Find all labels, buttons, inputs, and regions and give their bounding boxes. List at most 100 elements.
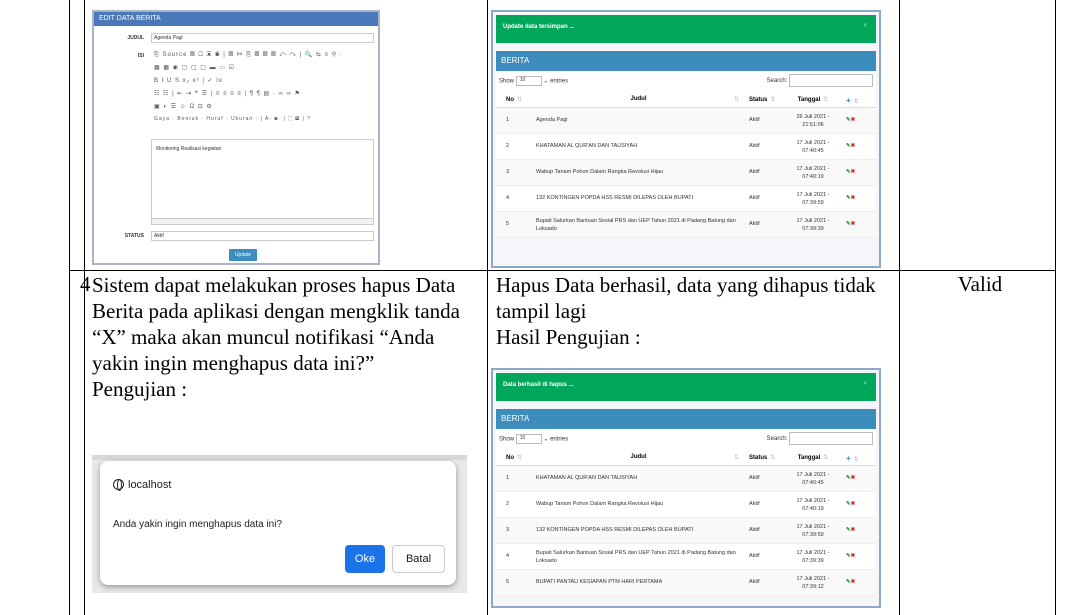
table-row: 4 132 KONTINGEN POPDA HSS RESMI DILEPAS … [496, 186, 876, 212]
search-control: Search: [767, 432, 873, 445]
table-header: No ⇅ Judul ⇅ Status ⇅ Tanggal ⇅ + ⇅ [496, 91, 876, 108]
judul-input[interactable]: Agenda Pagi [151, 33, 374, 43]
table-row: 5 BUPATI PANTAU KESIAPAN PTM HARI PERTAM… [496, 570, 876, 596]
isi-textarea[interactable]: Monitoring Realisasi kegiatan [151, 139, 374, 219]
status-label: STATUS [124, 233, 144, 239]
col-no-header[interactable]: No ⇅ [506, 454, 526, 461]
description-text: Sistem dapat melakukan proses hapus Data… [92, 273, 460, 375]
delete-icon[interactable]: ✖ [851, 501, 856, 507]
close-icon[interactable]: × [863, 23, 867, 29]
table-row-divider [69, 270, 1056, 271]
show-label: Show [499, 78, 515, 85]
box-title: BERITA [496, 409, 876, 429]
plus-icon: + [846, 454, 851, 463]
delete-icon[interactable]: ✖ [851, 169, 856, 175]
table-row: 1 Agenda Pagi Aktif 26 Juli 2021 - 21:51… [496, 108, 876, 134]
cancel-button[interactable]: Batal [392, 545, 445, 573]
editor-toolbar-row[interactable]: Gaya · Bentuk · Huruf · Ukuran · | A· ◙·… [154, 116, 372, 127]
search-label: Search: [766, 436, 788, 443]
search-input[interactable] [789, 74, 873, 87]
sort-icon: ⇅ [823, 455, 829, 461]
chevron-down-icon: ⌄ [541, 78, 551, 85]
entries-select[interactable]: 10 [515, 76, 542, 86]
col-status-header[interactable]: Status ⇅ [749, 454, 779, 461]
edit-berita-screenshot: EDIT DATA BERITA JUDUL Agenda Pagi ISI ⎘… [92, 10, 380, 265]
table-border-col2 [487, 0, 488, 615]
table-body: 1 Agenda Pagi Aktif 26 Juli 2021 - 21:51… [496, 108, 876, 238]
sort-icon: ⇅ [517, 97, 523, 103]
success-alert: Update data tersimpan ... × [496, 15, 876, 43]
add-button[interactable]: + ⇅ [846, 454, 866, 463]
entries-select[interactable]: 10 [515, 434, 542, 444]
table-row: 5 Bupati Salurkan Bantuan Sosial PRS dan… [496, 212, 876, 238]
col-judul-header[interactable]: Judul [536, 454, 741, 460]
sort-icon: ⇅ [517, 455, 523, 461]
col-tanggal-header[interactable]: Tanggal ⇅ [788, 96, 838, 103]
close-icon[interactable]: × [863, 381, 867, 387]
status-select[interactable]: Aktif [151, 231, 374, 241]
judul-label: JUDUL [127, 35, 144, 41]
update-button[interactable]: Update [229, 249, 257, 261]
delete-icon[interactable]: ✖ [851, 117, 856, 123]
box-title: BERITA [496, 51, 876, 71]
col-judul-header[interactable]: Judul [536, 96, 741, 102]
length-control: Show 10 ⌄ entries [499, 434, 568, 444]
search-control: Search: [767, 74, 873, 87]
confirm-dialog-screenshot: localhost Anda yakin ingin menghapus dat… [92, 455, 467, 593]
ok-button[interactable]: Oke [345, 545, 385, 573]
editor-toolbar-row[interactable]: B I U S x₂ x² | ✓ Ix [154, 77, 372, 88]
testing-label: Pengujian : [92, 377, 188, 401]
test-description: Sistem dapat melakukan proses hapus Data… [92, 272, 477, 402]
table-row: 3 Wabup Tanam Pohon Dalam Rangka Revolus… [496, 160, 876, 186]
editor-title: EDIT DATA BERITA [94, 12, 378, 26]
table-header: No ⇅ Judul ⇅ Status ⇅ Tanggal ⇅ + ⇅ [496, 449, 876, 466]
delete-icon[interactable]: ✖ [851, 553, 856, 559]
table-controls: Show 10 ⌄ entries Search: [496, 71, 876, 91]
delete-icon[interactable]: ✖ [851, 221, 856, 227]
editor-toolbar-row[interactable]: ▦ ▦ ◉ ▢ ▢ ▢ ▬ ▭ ☑ [154, 64, 372, 75]
col-no-header[interactable]: No ⇅ [506, 96, 526, 103]
delete-icon[interactable]: ✖ [851, 475, 856, 481]
table-row: 2 KHATAMAN AL QUR'AN DAN TAUSIYAH Aktif … [496, 134, 876, 160]
expected-result: Hapus Data berhasil, data yang dihapus t… [496, 272, 896, 350]
berita-box: BERITA Show 10 ⌄ entries Search: No ⇅ Jud… [496, 409, 876, 596]
entries-label: entries [550, 436, 569, 443]
editor-resize-bar [151, 218, 374, 225]
search-input[interactable] [789, 432, 873, 445]
delete-result-screenshot: Data berhasil di hapus ... × BERITA Show… [491, 368, 881, 608]
sort-icon: ⇅ [734, 97, 740, 103]
validation-status: Valid [957, 272, 1003, 296]
chevron-down-icon: ⌄ [541, 436, 551, 443]
editor-toolbar-row[interactable]: ☷ ☷ | ⇤ ⇥ ❝ ☰ | ≡ ≡ ≡ ≡ | ¶ ¶ ▤ · ∞ ∞ ⚑ [154, 90, 372, 101]
delete-icon[interactable]: ✖ [851, 143, 856, 149]
success-alert: Data berhasil di hapus ... × [496, 373, 876, 401]
sort-icon: ⇅ [770, 455, 776, 461]
add-button[interactable]: + ⇅ [846, 96, 866, 105]
globe-icon [113, 479, 124, 491]
col-tanggal-header[interactable]: Tanggal ⇅ [788, 454, 838, 461]
table-body: 1 KHATAMAN AL QUR'AN DAN TAUSIYAH Aktif … [496, 466, 876, 596]
update-result-screenshot: Update data tersimpan ... × BERITA Show … [491, 10, 881, 268]
dialog-host: localhost [113, 479, 171, 491]
search-label: Search: [766, 78, 788, 85]
result-label: Hasil Pengujian : [496, 325, 641, 349]
table-row: 3 132 KONTINGEN POPDA HSS RESMI DILEPAS … [496, 518, 876, 544]
table-row: 4 Bupati Salurkan Bantuan Sosial PRS dan… [496, 544, 876, 570]
col-status-header[interactable]: Status ⇅ [749, 96, 779, 103]
page-backdrop [92, 455, 467, 460]
table-border-left [69, 0, 70, 615]
table-controls: Show 10 ⌄ entries Search: [496, 429, 876, 449]
table-border-col1 [84, 0, 85, 615]
alert-message: Data berhasil di hapus ... [503, 382, 574, 388]
plus-icon: + [846, 96, 851, 105]
table-border-right [1055, 0, 1056, 615]
confirm-dialog: localhost Anda yakin ingin menghapus dat… [100, 461, 456, 585]
entries-label: entries [550, 78, 569, 85]
delete-icon[interactable]: ✖ [851, 579, 856, 585]
table-border-col3 [899, 0, 900, 615]
delete-icon[interactable]: ✖ [851, 527, 856, 533]
table-row: 2 Wabup Tanam Pohon Dalam Rangka Revolus… [496, 492, 876, 518]
editor-toolbar-row[interactable]: ⎘ Source ▤ ▢ ▣ ◉ | ▤ ✂ ⎘ ▤ ▤ ▤ ↶ ↷ | 🔍 ⇆… [154, 51, 372, 62]
editor-toolbar-row[interactable]: ▣ ◐ ☰ ☺ Ω ⊡ ⚙ [154, 103, 372, 114]
delete-icon[interactable]: ✖ [851, 195, 856, 201]
